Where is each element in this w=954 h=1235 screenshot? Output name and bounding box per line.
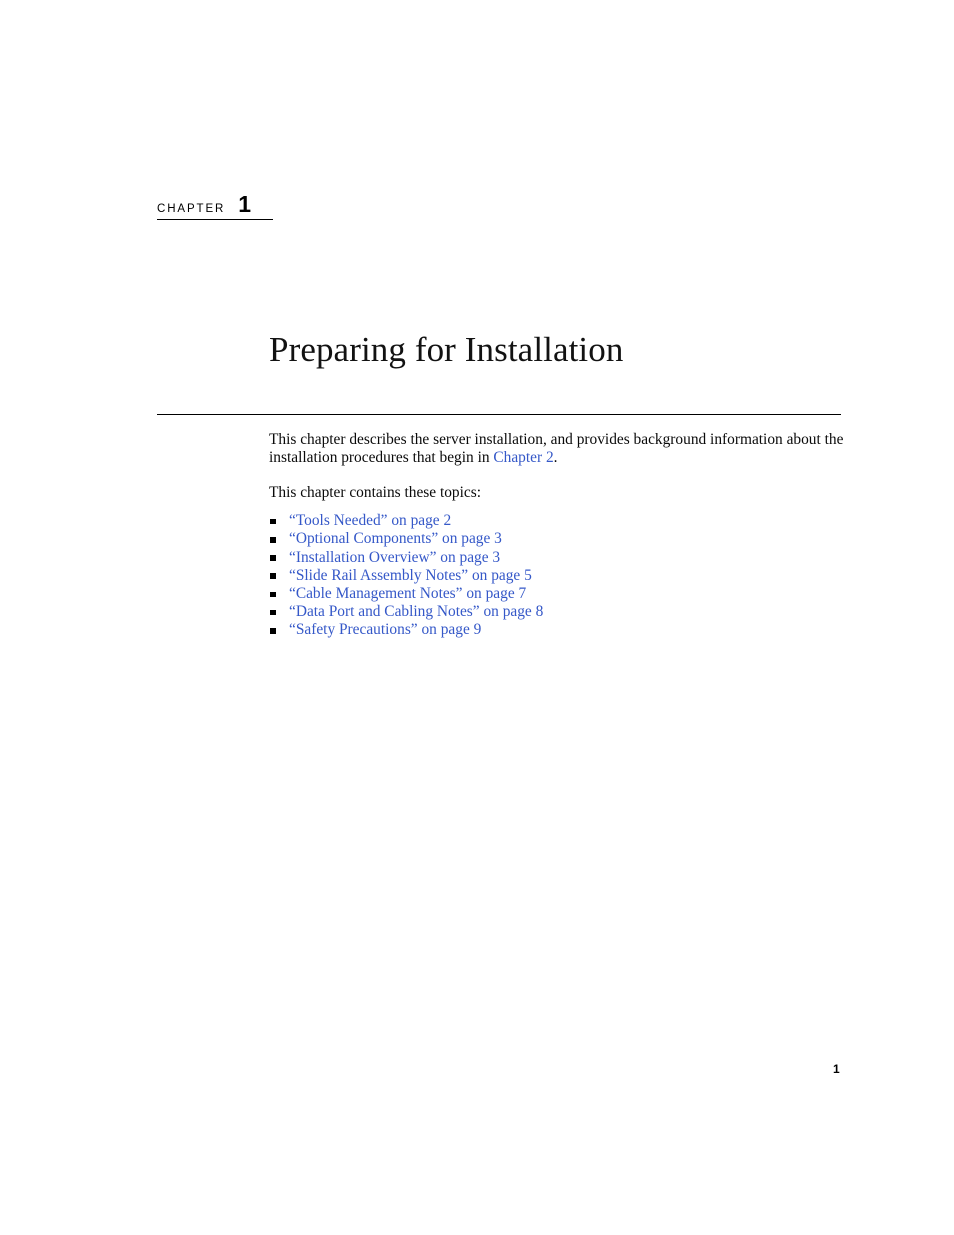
topic-link-cable-management-notes[interactable]: “Cable Management Notes” on page 7 [289,585,526,602]
topic-link-data-port-and-cabling-notes[interactable]: “Data Port and Cabling Notes” on page 8 [289,603,543,620]
square-bullet-icon [270,627,276,634]
intro-text-after-link: . [553,449,558,467]
intro-paragraph: This chapter describes the server instal… [269,431,859,468]
list-item: “Data Port and Cabling Notes” on page 8 [269,603,859,621]
list-item: “Installation Overview” on page 3 [269,549,859,567]
topic-link-optional-components[interactable]: “Optional Components” on page 3 [289,530,502,547]
topic-link-installation-overview[interactable]: “Installation Overview” on page 3 [289,549,500,566]
square-bullet-icon [270,536,276,543]
topic-link-slide-rail-assembly-notes[interactable]: “Slide Rail Assembly Notes” on page 5 [289,567,532,584]
list-item: “Tools Needed” on page 2 [269,512,859,530]
topic-link-safety-precautions[interactable]: “Safety Precautions” on page 9 [289,621,481,638]
chapter-label: CHAPTER [157,203,226,215]
chapter-number: 1 [238,191,252,217]
list-item: “Cable Management Notes” on page 7 [269,585,859,603]
page-number: 1 [833,1062,840,1076]
chapter-2-link[interactable]: Chapter 2 [493,449,553,466]
page-title: Preparing for Installation [269,330,624,369]
list-item: “Safety Precautions” on page 9 [269,621,859,639]
document-page: CHAPTER 1 Preparing for Installation Thi… [0,0,954,1235]
square-bullet-icon [270,573,276,579]
square-bullet-icon [270,518,276,525]
title-divider-rule [157,414,841,415]
square-bullet-icon [270,609,276,616]
chapter-marker: CHAPTER 1 [157,193,273,220]
square-bullet-icon [270,555,276,561]
topic-list: “Tools Needed” on page 2 “Optional Compo… [269,512,859,639]
body-column: This chapter describes the server instal… [269,431,859,640]
list-item: “Slide Rail Assembly Notes” on page 5 [269,567,859,585]
square-bullet-icon [270,591,276,598]
topic-link-tools-needed[interactable]: “Tools Needed” on page 2 [289,512,451,529]
topics-lead-in: This chapter contains these topics: [269,483,481,501]
list-item: “Optional Components” on page 3 [269,530,859,548]
